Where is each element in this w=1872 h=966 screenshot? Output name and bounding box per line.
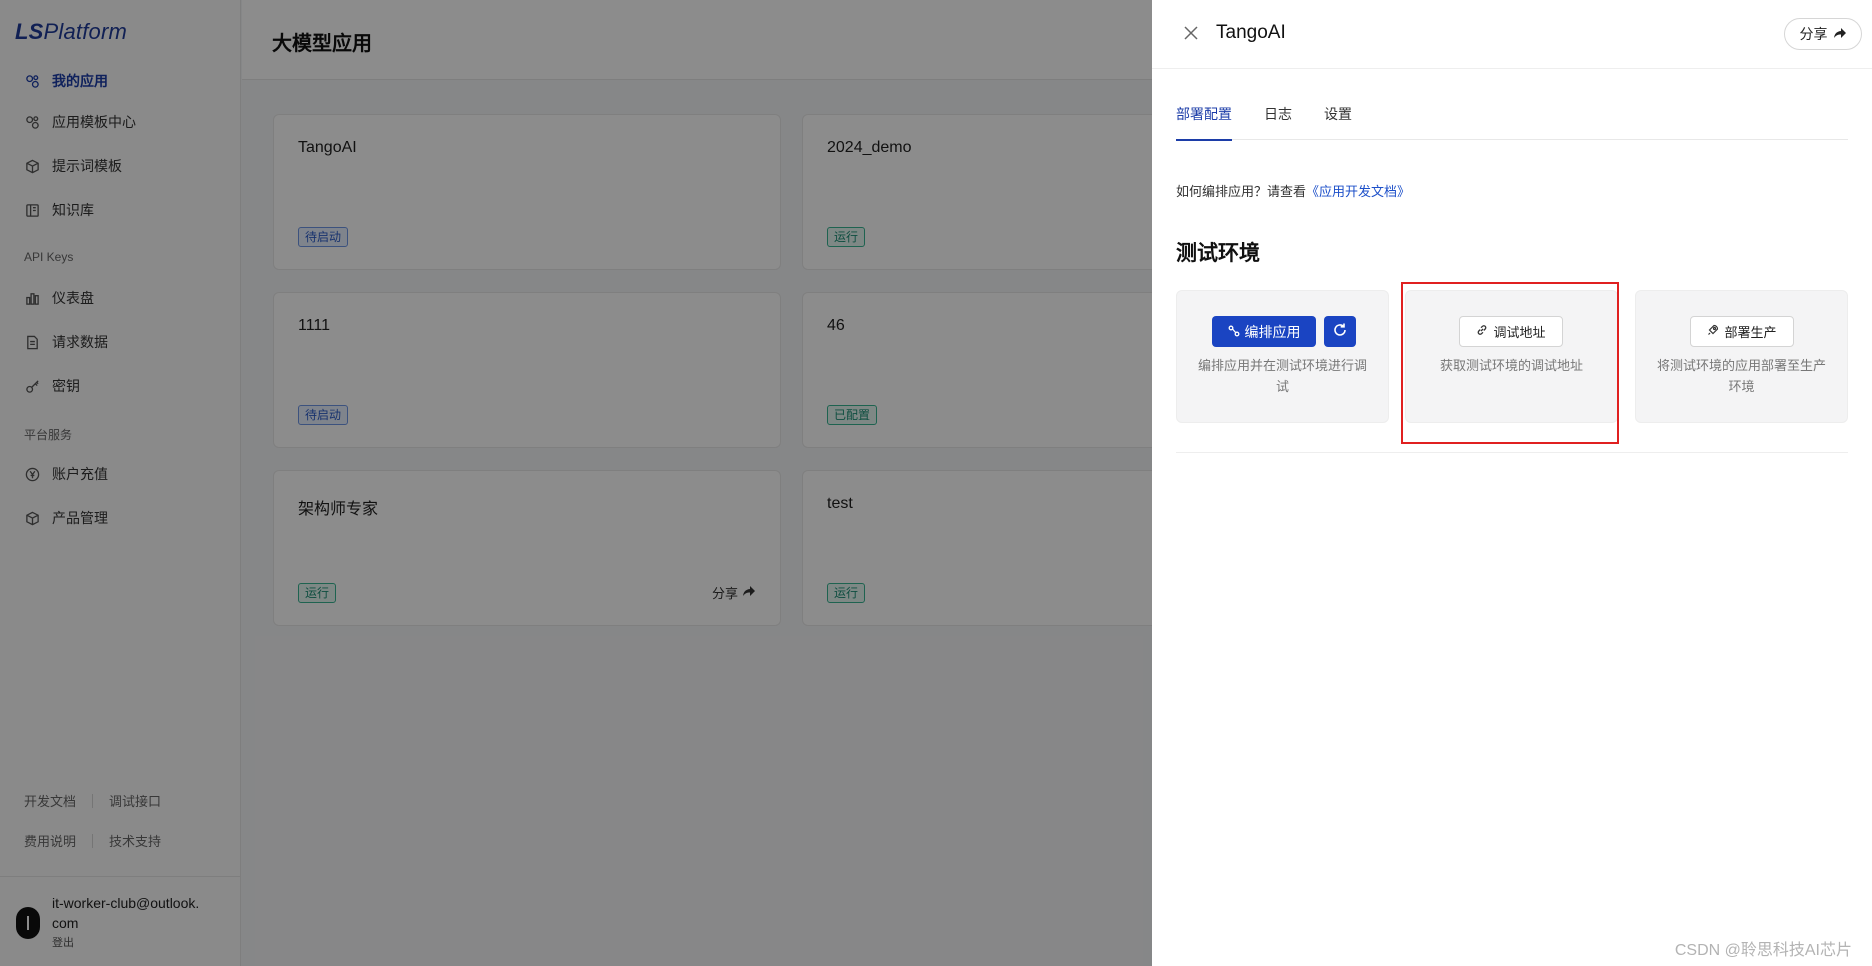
rocket-icon [1707, 324, 1719, 339]
orchestrate-card: 编排应用 编排应用并在测试环境进行调试 [1176, 290, 1389, 423]
drawer-tabs: 部署配置 日志 设置 [1176, 104, 1848, 141]
orchestrate-desc: 编排应用并在测试环境进行调试 [1197, 358, 1367, 394]
share-button[interactable]: 分享 [1784, 18, 1862, 50]
app-dev-doc-link[interactable]: 《应用开发文档》 [1306, 184, 1410, 199]
tab-deploy-config[interactable]: 部署配置 [1176, 104, 1232, 141]
deploy-production-label: 部署生产 [1724, 325, 1777, 340]
orchestrate-label: 编排应用 [1244, 323, 1301, 340]
share-label: 分享 [1799, 26, 1828, 42]
deploy-production-card: 部署生产 将测试环境的应用部署至生产环境 [1635, 290, 1848, 423]
doc-hint: 如何编排应用？请查看《应用开发文档》 [1176, 181, 1410, 200]
section-title-test-env: 测试环境 [1176, 242, 1260, 265]
drawer-title: TangoAI [1216, 22, 1286, 43]
flow-icon [1228, 324, 1240, 340]
orchestrate-button[interactable]: 编排应用 [1212, 316, 1316, 347]
close-icon[interactable] [1180, 22, 1202, 44]
highlight-annotation [1401, 282, 1619, 444]
watermark: CSDN @聆思科技AI芯片 [1674, 942, 1852, 959]
share-arrow-icon [1833, 26, 1847, 42]
drawer-header: TangoAI 分享 [1152, 0, 1872, 69]
deploy-production-button[interactable]: 部署生产 [1690, 316, 1794, 347]
refresh-button[interactable] [1324, 316, 1356, 347]
app-detail-drawer: TangoAI 分享 部署配置 日志 设置 如何编排应用？请查看《应用开发文档》… [1152, 0, 1872, 966]
hint-text: 如何编排应用？请查看 [1176, 184, 1307, 199]
refresh-icon [1332, 322, 1348, 341]
deploy-production-desc: 将测试环境的应用部署至生产环境 [1656, 358, 1826, 394]
tab-logs[interactable]: 日志 [1264, 104, 1292, 140]
divider [1176, 452, 1848, 453]
tab-settings[interactable]: 设置 [1324, 104, 1352, 140]
